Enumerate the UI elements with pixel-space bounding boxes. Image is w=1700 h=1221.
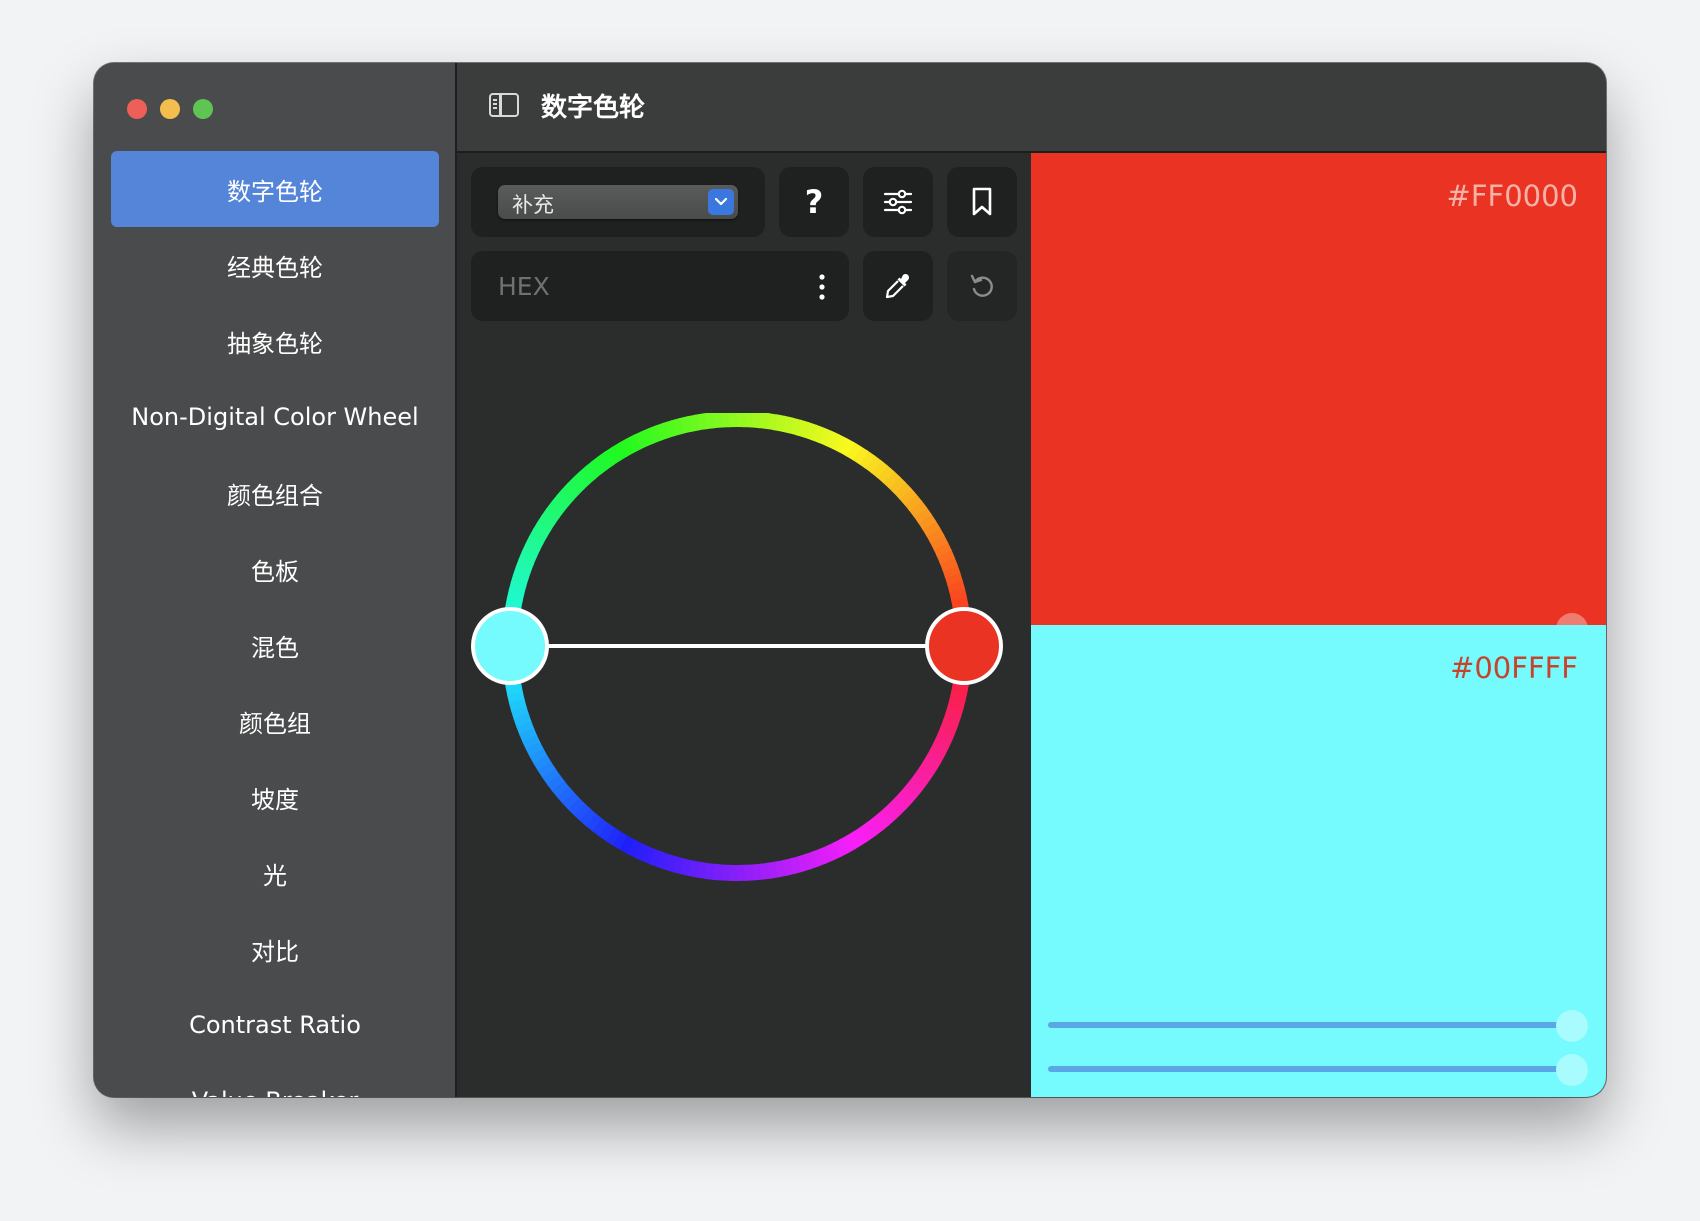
base-color-handle[interactable] [925,607,1003,685]
sidebar-item-color-combinations[interactable]: 颜色组合 [111,455,439,531]
complement-saturation-slider[interactable] [1048,1054,1588,1086]
sidebar-item-swatches[interactable]: 色板 [111,531,439,607]
slider-track [1048,1066,1588,1072]
window-title: 数字色轮 [541,93,646,123]
traffic-lights [127,99,213,119]
sidebar-item-non-digital-color-wheel[interactable]: Non-Digital Color Wheel [111,379,439,455]
complement-color-handle[interactable] [471,607,549,685]
sidebar-item-classic-color-wheel[interactable]: 经典色轮 [111,227,439,303]
sidebar-item-label: 色板 [251,557,299,586]
bookmark-icon [972,187,992,216]
sidebar-item-digital-color-wheel[interactable]: 数字色轮 [111,151,439,227]
app-window: 数字色轮 经典色轮 抽象色轮 Non-Digital Color Wheel 颜… [94,63,1606,1097]
zoom-icon[interactable] [193,99,213,119]
sidebar-item-gradient[interactable]: 坡度 [111,759,439,835]
eyedropper-icon [885,273,910,299]
harmony-select-card: 补充 [471,167,765,237]
sidebar-item-label: 坡度 [251,785,299,814]
primary-hex-label[interactable]: #FF0000 [1447,179,1578,213]
help-button[interactable]: ? [779,167,849,237]
sidebar-item-label: Value Breaker [192,1087,359,1097]
sidebar-nav: 数字色轮 经典色轮 抽象色轮 Non-Digital Color Wheel 颜… [111,151,439,1097]
sidebar-item-label: 经典色轮 [227,253,323,282]
question-icon: ? [804,183,824,221]
sidebar-item-light[interactable]: 光 [111,835,439,911]
minimize-icon[interactable] [160,99,180,119]
close-icon[interactable] [127,99,147,119]
hex-input-card [471,251,849,321]
sidebar-item-label: Contrast Ratio [189,1011,361,1039]
complement-brightness-slider[interactable] [1048,1010,1588,1042]
complement-swatch: #00FFFF [1031,625,1606,1097]
complement-hex-label[interactable]: #00FFFF [1450,651,1578,685]
slider-thumb[interactable] [1556,1054,1588,1086]
harmony-select[interactable]: 补充 [498,185,738,219]
wheel-panel: 补充 ? [457,153,1031,1097]
sidebar-item-abstract-color-wheel[interactable]: 抽象色轮 [111,303,439,379]
sidebar-item-color-mixing[interactable]: 混色 [111,607,439,683]
sidebar-item-value-breaker[interactable]: Value Breaker [111,1063,439,1097]
reset-button[interactable] [947,251,1017,321]
sidebar: 数字色轮 经典色轮 抽象色轮 Non-Digital Color Wheel 颜… [94,63,457,1097]
harmony-select-value: 补充 [512,193,554,217]
bookmark-button[interactable] [947,167,1017,237]
chevron-down-icon [708,189,734,215]
slider-thumb[interactable] [1556,1010,1588,1042]
sidebar-item-label: 抽象色轮 [227,329,323,358]
sidebar-item-label: Non-Digital Color Wheel [131,403,419,431]
sidebar-item-color-groups[interactable]: 颜色组 [111,683,439,759]
more-vertical-icon[interactable] [817,273,827,301]
primary-swatch: #FF0000 [1031,153,1606,688]
slider-track [1048,1022,1588,1028]
color-wheel[interactable] [457,413,1031,913]
sidebar-item-label: 颜色组 [239,709,311,738]
rotate-ccw-icon [970,274,993,297]
adjust-button[interactable] [863,167,933,237]
sidebar-item-label: 光 [263,861,287,890]
sidebar-item-label: 颜色组合 [227,481,323,510]
sidebar-toggle-icon[interactable] [489,93,519,117]
sidebar-item-contrast[interactable]: 对比 [111,911,439,987]
eyedropper-button[interactable] [863,251,933,321]
sidebar-item-label: 对比 [251,937,299,966]
hex-input[interactable] [471,270,800,302]
sidebar-item-label: 数字色轮 [227,177,323,206]
sidebar-item-label: 混色 [251,633,299,662]
title-bar: 数字色轮 [457,63,1606,153]
sliders-icon [883,189,913,215]
sidebar-item-contrast-ratio[interactable]: Contrast Ratio [111,987,439,1063]
